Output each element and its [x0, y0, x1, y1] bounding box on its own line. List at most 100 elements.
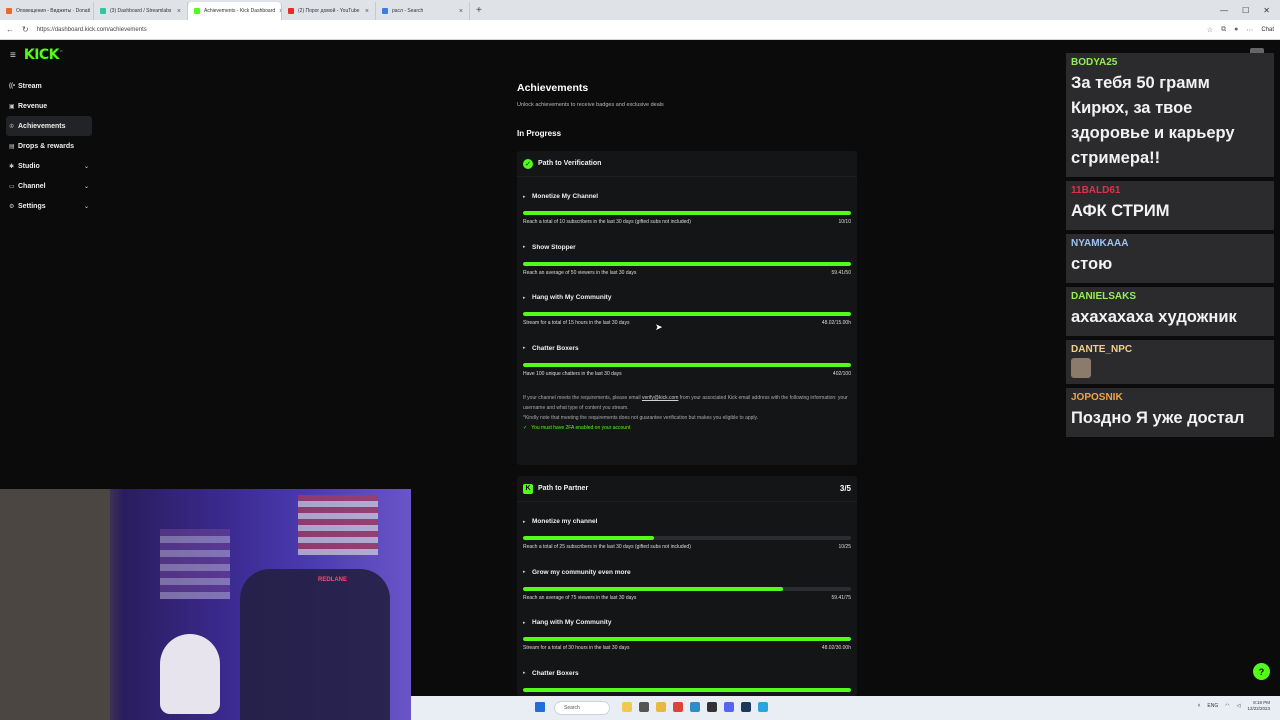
gift-icon: ▤ [9, 143, 15, 150]
sidebar-item-label: Stream [18, 82, 42, 90]
extensions-icon[interactable]: ⧉ [1221, 26, 1226, 34]
taskbar-clock[interactable]: 8:18 PM 12/22/2023 [1247, 700, 1270, 712]
tab-label: (3) Dashboard / Streamlabs [110, 8, 172, 14]
volume-icon[interactable]: ◁ [1237, 703, 1241, 709]
chat-message: JOPOSNIK Поздно Я уже достал [1066, 388, 1274, 437]
folder-icon[interactable] [656, 702, 666, 712]
chat-text: АФК СТРИМ [1071, 202, 1170, 220]
file-explorer-icon[interactable] [622, 702, 632, 712]
url-field[interactable]: https://dashboard.kick.com/achievements [37, 27, 147, 33]
task-description: Reach an average of 50 viewers in the la… [523, 269, 637, 276]
tab-label: Оповещения - Виджеты · Donati [16, 8, 91, 14]
sidebar-item-studio[interactable]: ✱ Studio ⌄ [6, 156, 92, 176]
progress-bar [523, 687, 851, 692]
favicon-icon [288, 8, 294, 14]
browser-tab-search[interactable]: расл - Search × [376, 2, 470, 20]
task-description: Have 100 unique chatters in the last 30 … [523, 370, 622, 377]
close-tab-icon[interactable]: × [177, 8, 181, 15]
sidebar-item-label: Drops & rewards [18, 142, 75, 150]
sidebar-item-channel[interactable]: ▭ Channel ⌄ [6, 176, 92, 196]
browser-tab-bar: Оповещения - Виджеты · Donati× (3) Dashb… [0, 0, 1280, 20]
task-view-icon[interactable] [639, 702, 649, 712]
progress-bar [523, 211, 851, 215]
task-description: Reach an average of 75 viewers in the la… [523, 594, 637, 601]
chat-message: NYAMKAAA стою [1066, 234, 1274, 283]
favicon-icon [382, 8, 388, 14]
browser-tab-streamlabs[interactable]: (3) Dashboard / Streamlabs × [94, 2, 188, 20]
edge-icon[interactable] [690, 702, 700, 712]
chat-bubble-icon: ▸ [523, 345, 526, 351]
menu-icon[interactable]: ⋯ [1246, 26, 1253, 34]
reload-icon[interactable]: ↻ [22, 25, 29, 34]
studio-icon: ✱ [9, 163, 15, 170]
task-title: Hang with My Community [532, 294, 612, 301]
chat-username: BODYA25 [1071, 57, 1118, 68]
minimize-icon[interactable]: — [1220, 6, 1228, 15]
help-button[interactable]: ? [1253, 663, 1270, 680]
tab-label: Achievements - Kick Dashboard [204, 8, 276, 14]
progress-bar [523, 362, 851, 367]
broadcast-icon: ((• [9, 83, 16, 89]
achievement-task: ▸ Monetize My Channel Reach a total of 10 … [517, 177, 857, 228]
sidebar-item-label: Channel [18, 182, 46, 190]
taskbar-search[interactable]: Search [554, 701, 610, 715]
tray-chevron-icon[interactable]: ˄ [1197, 703, 1200, 709]
chat-message: DANTE_NPC [1066, 340, 1274, 384]
task-title: Chatter Boxers [532, 669, 579, 677]
close-tab-icon[interactable]: × [365, 8, 369, 15]
favicon-icon [194, 8, 200, 14]
browser-tab-youtube[interactable]: (2) Порог домой - YouTube × [282, 2, 376, 20]
sidebar-item-settings[interactable]: ⚙ Settings ⌄ [6, 196, 92, 216]
star-icon[interactable]: ☆ [1207, 26, 1213, 34]
chat-button[interactable]: Chat [1261, 27, 1274, 33]
task-description: Stream for a total of 15 hours in the la… [523, 320, 630, 326]
close-window-icon[interactable]: ✕ [1263, 6, 1270, 15]
task-description: Reach a total of 25 subscribers in the l… [523, 544, 691, 550]
achievement-task: ▸ Hang with My Community Stream for a tota… [517, 278, 857, 329]
progress-bar [523, 536, 851, 540]
browser-tab-donat[interactable]: Оповещения - Виджеты · Donati× [0, 2, 94, 20]
verified-badge-icon: ✓ [523, 158, 533, 169]
chrome-icon[interactable] [673, 702, 683, 712]
back-icon[interactable]: ← [6, 25, 14, 34]
sidebar-item-achievements[interactable]: ♔ Achievements [6, 116, 92, 136]
chat-message: DANIELSAKS ахахахаха художник [1066, 287, 1274, 336]
chat-message: BODYA25 За тебя 50 грамм Кирюх, за твое з… [1066, 53, 1274, 177]
obs-icon[interactable] [707, 702, 717, 712]
windows-start-icon[interactable] [535, 702, 545, 712]
steam-icon[interactable] [741, 702, 751, 712]
language-indicator[interactable]: ENG [1207, 703, 1218, 709]
section-title-in-progress: In Progress [517, 129, 562, 138]
sidebar-item-label: Settings [18, 202, 46, 210]
task-progress: 59.41/75 [831, 594, 851, 601]
sidebar-item-stream[interactable]: ((• Stream [6, 76, 92, 96]
close-tab-icon[interactable]: × [459, 8, 463, 15]
chevron-down-icon: ⌄ [83, 183, 89, 190]
telegram-icon[interactable] [758, 702, 768, 712]
progress-fill [523, 261, 851, 266]
profile-icon[interactable]: ● [1234, 26, 1238, 33]
maximize-icon[interactable]: ☐ [1242, 6, 1249, 15]
verification-card: ✓ Path to Verification ▸ Monetize My Chan… [517, 151, 857, 465]
new-tab-button[interactable]: + [476, 5, 482, 16]
window-controls: — ☐ ✕ [1220, 6, 1280, 15]
chat-bubble-icon: ▸ [523, 670, 526, 676]
wifi-icon[interactable]: ◠ [1225, 703, 1229, 709]
browser-tab-achievements[interactable]: Achievements - Kick Dashboard× [188, 2, 282, 20]
eye-icon: ▸ [523, 569, 526, 575]
sidebar-item-revenue[interactable]: ▣ Revenue [6, 96, 92, 116]
task-title: Show Stopper [532, 243, 576, 251]
task-progress: 48.02/30.00h [821, 645, 851, 651]
progress-fill [523, 362, 851, 367]
webcam-feed: REDLANE [0, 489, 411, 720]
kick-logo[interactable]: KICK™ [24, 47, 63, 63]
task-progress: 59.41/50 [831, 269, 851, 276]
verify-email-link[interactable]: verify@kick.com [642, 395, 678, 401]
hamburger-icon[interactable]: ≡ [10, 50, 16, 61]
task-description: Stream for a total of 30 hours in the la… [523, 645, 630, 651]
task-title: Grow my community even more [532, 568, 631, 576]
discord-icon[interactable] [724, 702, 734, 712]
progress-bar [523, 586, 851, 591]
sidebar-item-drops[interactable]: ▤ Drops & rewards [6, 136, 92, 156]
chat-text: За тебя 50 грамм Кирюх, за твое здоровье… [1071, 74, 1235, 167]
